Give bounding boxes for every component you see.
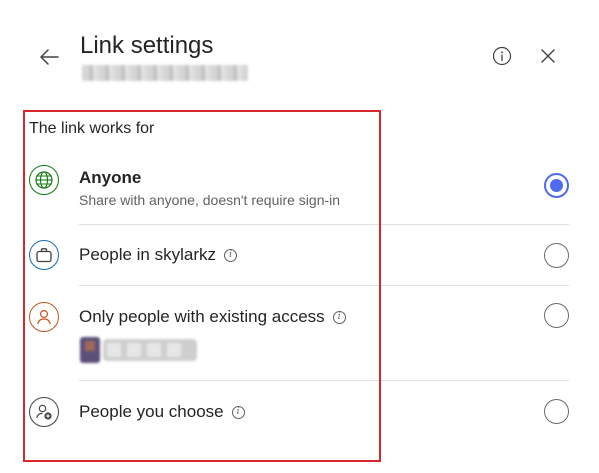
option-title: People in skylarkz xyxy=(79,245,217,264)
option-anyone[interactable]: Anyone Share with anyone, doesn't requir… xyxy=(0,160,599,224)
radio-existing-access[interactable] xyxy=(544,303,569,328)
person-add-icon xyxy=(36,404,52,420)
option-icon-wrap xyxy=(29,397,59,427)
file-name-redacted xyxy=(82,65,248,81)
info-button[interactable] xyxy=(490,44,514,68)
option-icon-wrap xyxy=(29,165,59,195)
info-icon xyxy=(492,46,512,66)
option-existing-access[interactable]: Only people with existing access i xyxy=(0,286,599,380)
option-icon-wrap xyxy=(29,302,59,332)
info-icon[interactable]: i xyxy=(332,310,346,324)
section-label: The link works for xyxy=(29,120,155,137)
option-title: People you choose xyxy=(79,402,224,421)
radio-anyone[interactable] xyxy=(544,173,569,198)
option-subtitle: Share with anyone, doesn't require sign-… xyxy=(79,192,341,208)
briefcase-icon xyxy=(36,248,52,263)
page-title: Link settings xyxy=(80,32,214,59)
option-title: Only people with existing access xyxy=(79,307,325,326)
back-button[interactable] xyxy=(36,44,62,70)
radio-people-you-choose[interactable] xyxy=(544,399,569,424)
radio-people-in-org[interactable] xyxy=(544,243,569,268)
info-icon[interactable]: i xyxy=(231,405,245,419)
option-people-in-org[interactable]: People in skylarkz i xyxy=(0,225,599,285)
option-people-you-choose[interactable]: People you choose i xyxy=(0,381,599,443)
globe-icon xyxy=(35,171,53,189)
option-icon-wrap xyxy=(29,240,59,270)
info-icon[interactable]: i xyxy=(224,248,238,262)
close-button[interactable] xyxy=(536,44,560,68)
person-icon xyxy=(37,309,51,325)
option-title-row: Only people with existing access i xyxy=(79,306,346,328)
close-icon xyxy=(541,49,555,63)
user-avatar-redacted xyxy=(77,337,199,363)
option-title-row: People you choose i xyxy=(79,401,245,423)
arrow-left-icon xyxy=(40,49,59,65)
option-title: Anyone xyxy=(79,168,142,187)
option-title-row: People in skylarkz i xyxy=(79,244,238,266)
